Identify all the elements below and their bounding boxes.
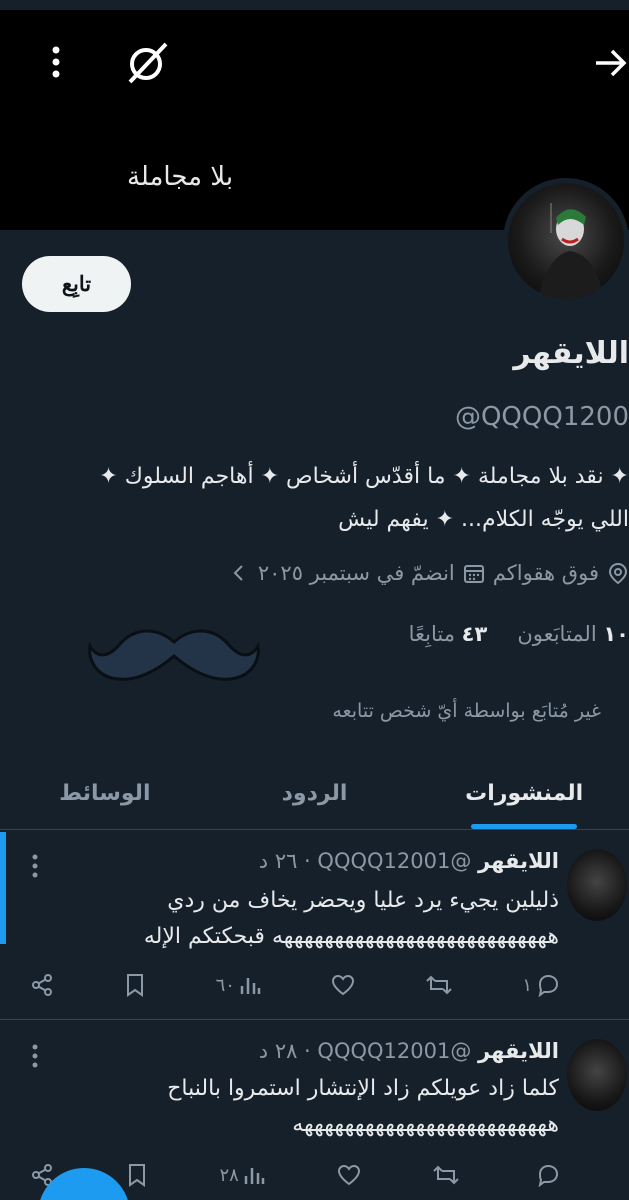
reply-button[interactable] xyxy=(532,1163,560,1187)
repost-icon[interactable] xyxy=(432,1163,460,1187)
followers-count: ١٠ xyxy=(603,622,629,646)
tab-posts[interactable]: المنشورات xyxy=(419,758,629,829)
post-item[interactable]: اللايقهر @QQQQ12001 · ٢٦ د ذليلين يجيء ي… xyxy=(0,831,629,1020)
mustache-icon xyxy=(88,629,260,681)
post-author-handle: @QQQQ12001 xyxy=(317,849,472,873)
reply-icon xyxy=(538,1164,558,1187)
repost-icon[interactable] xyxy=(425,973,453,997)
post-header: اللايقهر @QQQQ12001 · ٢٦ د xyxy=(259,849,559,873)
reply-icon xyxy=(538,974,559,997)
post-text: ذليلين يجيء يرد عليا ويحضر يخاف من ردي ه… xyxy=(143,888,559,949)
bio-line-1: ✦ نقد بلا مجاملة ✦ ما أقدّس أشخاص ✦ أهاج… xyxy=(99,464,629,489)
location-icon xyxy=(608,562,628,584)
share-icon[interactable] xyxy=(30,973,54,997)
following-link[interactable]: ٤٣ متابِعًا xyxy=(409,622,488,646)
calendar-icon xyxy=(463,565,484,583)
post-time: · ٢٨ د xyxy=(258,1039,311,1063)
following-count: ٤٣ xyxy=(461,622,488,646)
views-button[interactable]: ٦٠ xyxy=(216,974,261,996)
post-avatar[interactable] xyxy=(567,1039,627,1111)
post-time: · ٢٦ د xyxy=(258,849,311,873)
profile-avatar[interactable] xyxy=(503,178,629,304)
joined-text: انضمّ في سبتمبر ٢٠٢٥ xyxy=(257,561,455,585)
profile-handle: @QQQQ1200 xyxy=(454,402,629,432)
reply-button[interactable]: ١ xyxy=(522,973,560,997)
tab-media[interactable]: الوسائط xyxy=(0,758,210,829)
location-text: فوق هقواكم xyxy=(492,561,599,585)
followers-link[interactable]: ١٠ المتابَعون xyxy=(517,622,629,646)
more-options-icon[interactable] xyxy=(30,1043,40,1069)
views-count: ٦٠ xyxy=(215,974,235,996)
follow-button[interactable]: تابِع xyxy=(22,256,131,312)
post-author-handle: @QQQQ12001 xyxy=(317,1039,472,1063)
views-icon xyxy=(240,978,261,994)
profile-tabs: المنشورات الردود الوسائط xyxy=(0,758,629,830)
like-icon[interactable] xyxy=(337,1164,361,1186)
views-button[interactable]: ٢٨ xyxy=(219,1164,265,1186)
profile-bio: ✦ نقد بلا مجاملة ✦ ما أقدّس أشخاص ✦ أهاج… xyxy=(0,455,629,541)
post-text: كلما زاد عويلكم زاد الإنتشار استمروا بال… xyxy=(167,1076,559,1137)
not-followed-note: غير مُتابَع بواسطة أيّ شخص تتابعه xyxy=(332,700,601,722)
tab-replies[interactable]: الردود xyxy=(210,758,420,829)
views-icon xyxy=(244,1168,265,1184)
post-author-name: اللايقهر xyxy=(478,1039,559,1063)
top-strip xyxy=(0,0,629,10)
chevron-left-icon[interactable] xyxy=(228,562,250,584)
forward-arrow-icon[interactable] xyxy=(594,48,628,78)
bio-line-2: اللي يوجّه الكلام... ✦ يفهم ليش xyxy=(338,507,629,532)
followers-label: المتابَعون xyxy=(517,622,597,646)
bookmark-icon[interactable] xyxy=(126,1163,148,1187)
like-icon[interactable] xyxy=(331,974,355,996)
profile-meta: فوق هقواكم انضمّ في سبتمبر ٢٠٢٥ xyxy=(0,561,629,585)
more-options-icon[interactable] xyxy=(30,853,40,879)
post-actions: ٦٠ ١ xyxy=(30,973,560,997)
post-author-name: اللايقهر xyxy=(478,849,559,873)
profile-name: اللايقهر xyxy=(513,336,629,371)
post-header: اللايقهر @QQQQ12001 · ٢٨ د xyxy=(259,1039,559,1063)
logo-icon xyxy=(128,42,168,84)
post-avatar[interactable] xyxy=(567,849,627,921)
reply-count: ١ xyxy=(522,974,532,996)
more-vertical-icon[interactable] xyxy=(44,44,68,80)
banner-title: بلا مجاملة xyxy=(126,162,234,192)
following-label: متابِعًا xyxy=(408,622,455,646)
views-count: ٢٨ xyxy=(219,1164,239,1186)
bookmark-icon[interactable] xyxy=(124,973,146,997)
